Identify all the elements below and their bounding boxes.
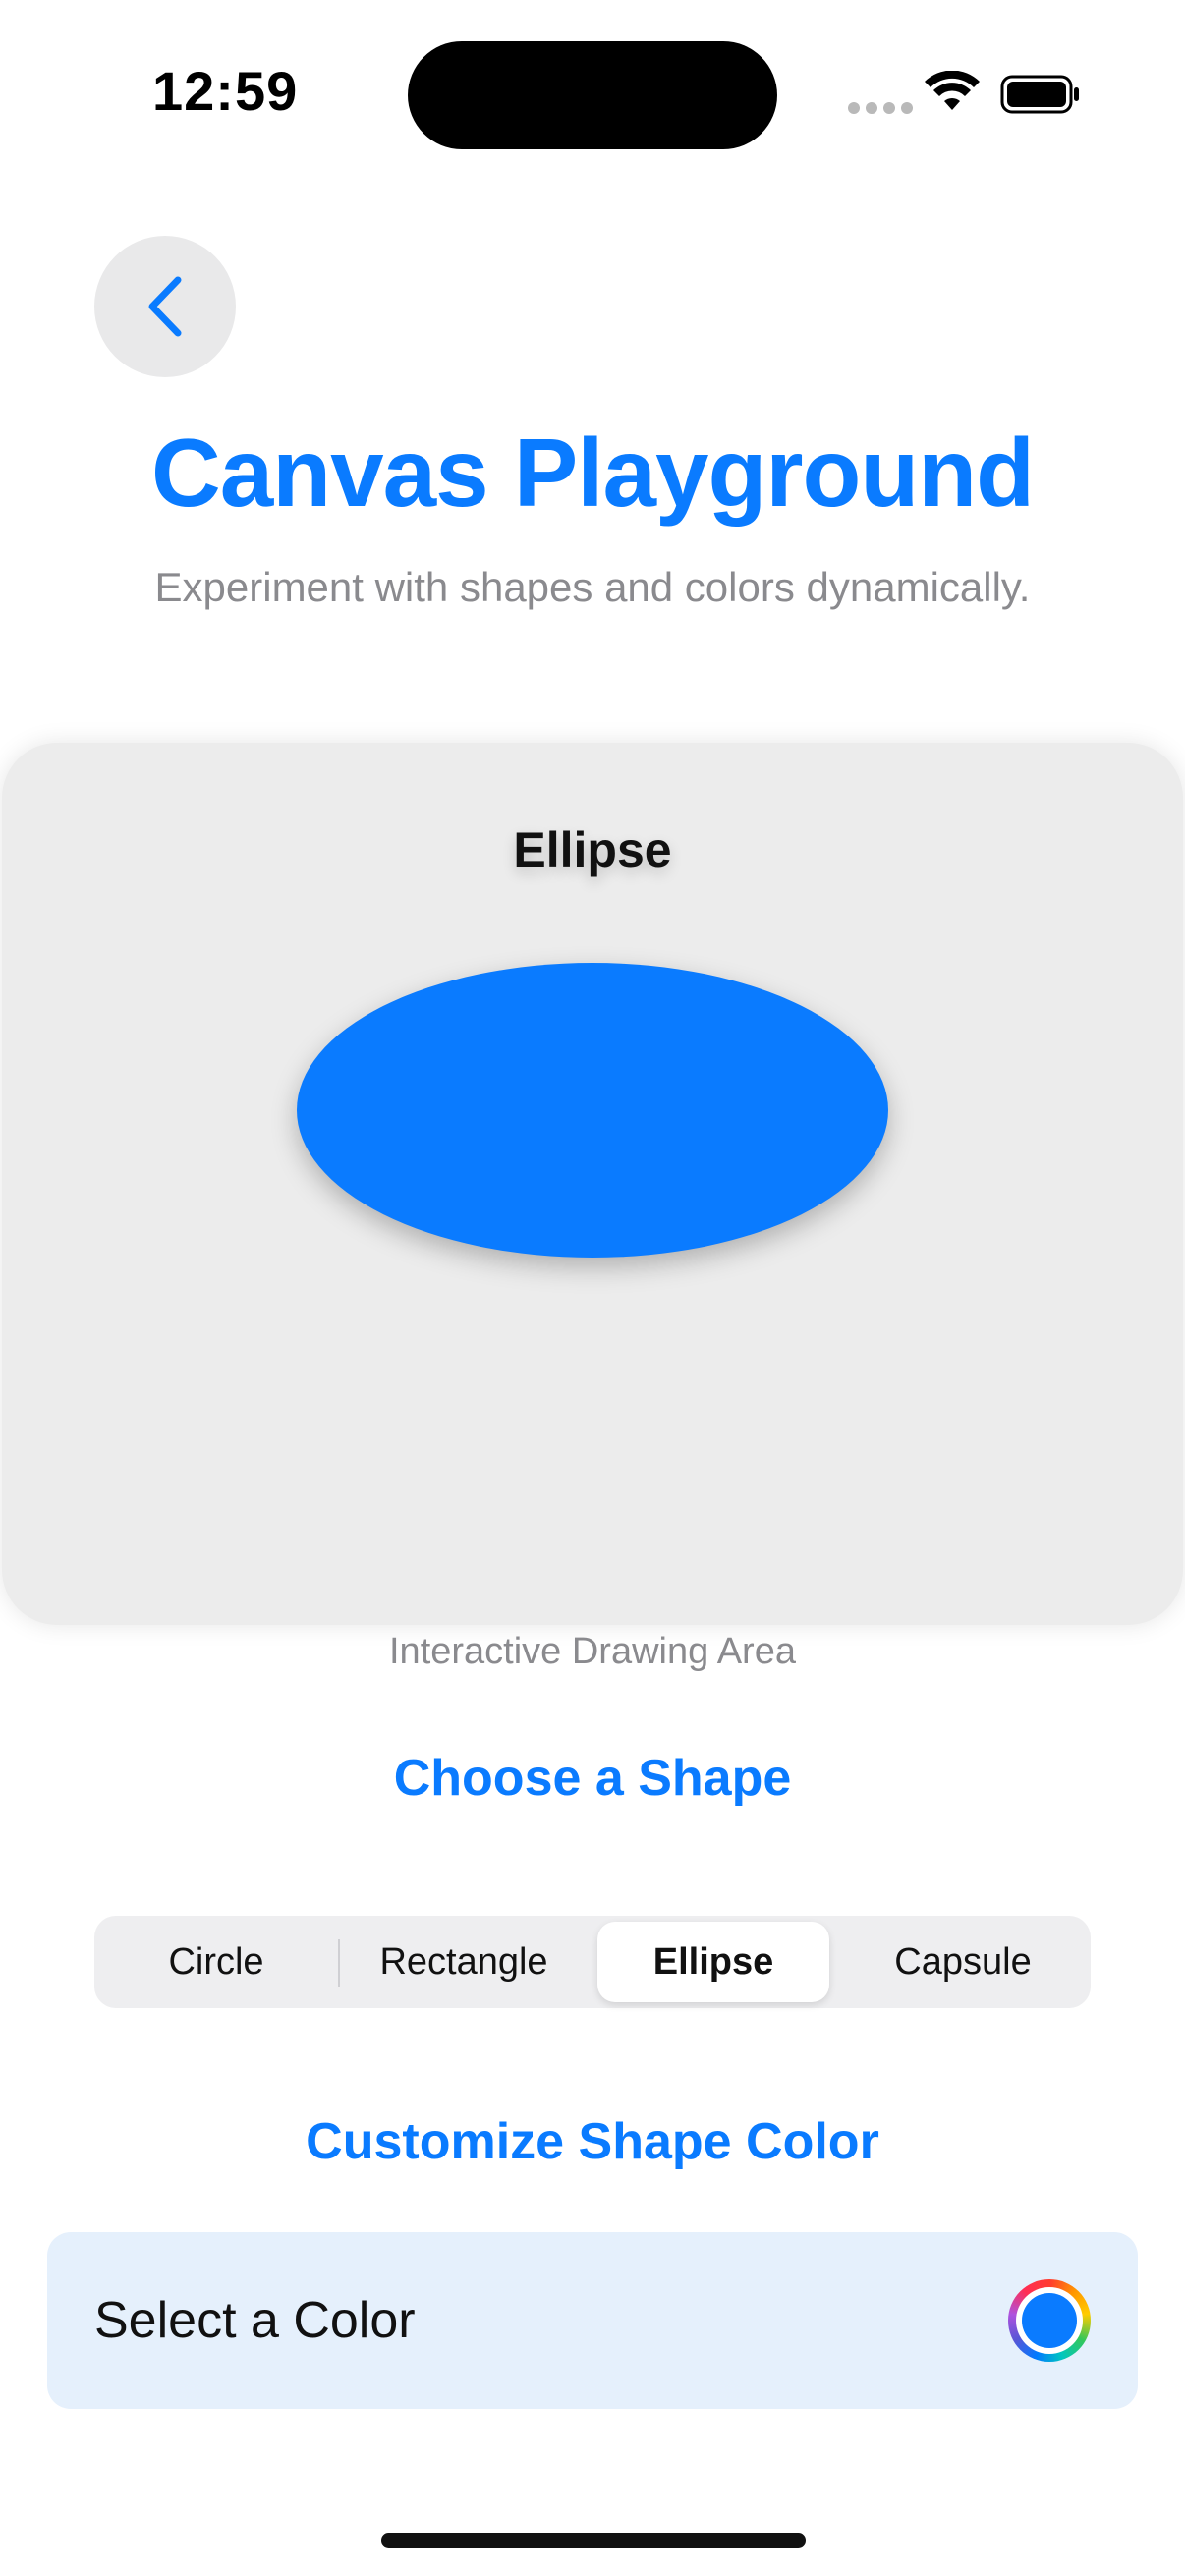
wifi-icon <box>925 71 980 110</box>
shape-section-title: Choose a Shape <box>393 1750 792 1807</box>
segment-ellipse[interactable]: Ellipse <box>597 1922 829 2002</box>
color-picker-row[interactable]: Select a Color <box>47 2232 1138 2409</box>
canvas-caption: Interactive Drawing Area <box>389 1631 796 1672</box>
back-button[interactable] <box>94 236 236 377</box>
color-well-ring <box>1016 2287 1083 2354</box>
screen: 12:59 Canvas Playground Experiment with … <box>0 0 1185 2576</box>
segment-rectangle[interactable]: Rectangle <box>348 1922 580 2002</box>
battery-icon <box>1000 75 1079 114</box>
ellipse-shape[interactable] <box>297 963 888 1258</box>
color-swatch <box>1022 2293 1077 2348</box>
shape-label: Ellipse <box>513 822 672 877</box>
shape-segmented-control: Circle Rectangle Ellipse Capsule <box>94 1916 1091 2008</box>
status-time: 12:59 <box>152 60 299 122</box>
chevron-left-icon <box>148 276 182 337</box>
page-subtitle: Experiment with shapes and colors dynami… <box>154 564 1031 610</box>
color-well-icon[interactable] <box>1008 2279 1091 2362</box>
color-picker-label: Select a Color <box>94 2292 416 2349</box>
segment-divider <box>338 1939 340 1987</box>
dynamic-island <box>408 41 777 149</box>
home-indicator[interactable] <box>381 2533 806 2548</box>
cellular-signal-icon <box>848 102 913 114</box>
segment-capsule[interactable]: Capsule <box>847 1922 1079 2002</box>
segment-circle[interactable]: Circle <box>100 1922 332 2002</box>
page-title: Canvas Playground <box>151 419 1035 527</box>
color-section-title: Customize Shape Color <box>306 2113 879 2170</box>
